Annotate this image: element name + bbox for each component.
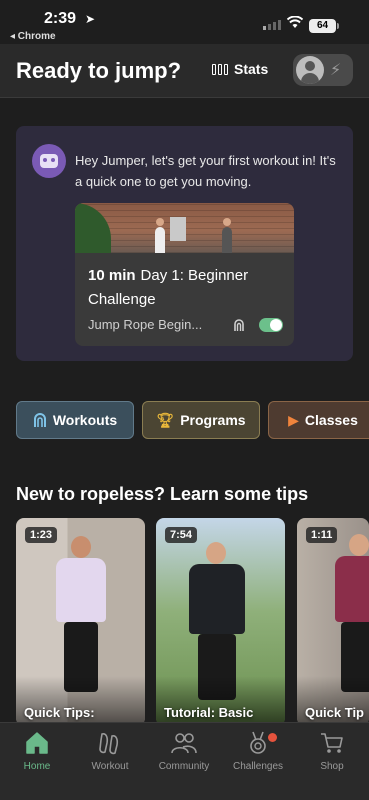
status-time: 2:39 xyxy=(44,10,77,27)
stats-label: Stats xyxy=(234,61,269,77)
profile-button[interactable]: ⚡︎ xyxy=(293,54,353,86)
back-to-app-link[interactable]: ◂ Chrome xyxy=(10,31,56,42)
workouts-button[interactable]: Workouts xyxy=(16,401,134,439)
workout-subtitle: Jump Rope Begin... xyxy=(88,317,203,332)
workout-title-line: 10 min Day 1: Beginner Challenge xyxy=(88,264,288,312)
nav-community[interactable]: Community xyxy=(147,731,221,772)
nav-shop-label: Shop xyxy=(320,761,344,772)
battery-indicator: 64 xyxy=(309,19,339,33)
workouts-label: Workouts xyxy=(52,412,118,428)
workout-thumbnail xyxy=(75,203,294,253)
nav-workout[interactable]: Workout xyxy=(73,731,147,772)
trophy-icon: 🏆︎ xyxy=(156,411,175,428)
first-workout-card[interactable]: 10 min Day 1: Beginner Challenge Jump Rop… xyxy=(75,203,294,346)
nav-challenges-label: Challenges xyxy=(232,761,284,772)
page-title: Ready to jump? xyxy=(16,58,182,83)
bar-chart-icon xyxy=(212,63,228,75)
classes-button[interactable]: ▶ Classes xyxy=(268,401,369,439)
cellular-signal-icon xyxy=(263,20,281,30)
jump-rope-icon xyxy=(234,318,244,331)
bottom-navigation: Home Workout Community Challenges Shop xyxy=(0,722,369,800)
video-duration: 1:23 xyxy=(25,527,58,543)
video-title: Quick Tip xyxy=(305,705,364,720)
workout-toggle[interactable] xyxy=(259,317,283,332)
rope-icon xyxy=(33,413,46,427)
status-bar: 2:39 ➤ ◂ Chrome 64 xyxy=(0,0,369,44)
tips-section-title: New to ropeless? Learn some tips xyxy=(16,484,309,504)
nav-workout-label: Workout xyxy=(91,761,129,772)
stats-button[interactable]: Stats xyxy=(212,61,268,77)
welcome-message: Hey Jumper, let's get your first workout… xyxy=(75,153,336,189)
video-duration: 7:54 xyxy=(165,527,198,543)
tip-video-card[interactable]: 1:23 Quick Tips: xyxy=(16,518,145,726)
medal-icon xyxy=(250,731,266,754)
programs-label: Programs xyxy=(180,412,246,428)
play-icon: ▶ xyxy=(288,411,299,428)
classes-label: Classes xyxy=(304,412,358,428)
welcome-card: Hey Jumper, let's get your first workout… xyxy=(16,126,353,361)
avatar xyxy=(296,56,324,84)
cart-icon xyxy=(321,733,343,753)
programs-button[interactable]: 🏆︎ Programs xyxy=(142,401,260,439)
video-title: Quick Tips: xyxy=(24,705,95,720)
robot-coach-icon xyxy=(32,144,66,178)
lightning-bolt-icon: ⚡︎ xyxy=(330,62,342,79)
location-arrow-icon: ➤ xyxy=(85,12,96,26)
video-duration: 1:11 xyxy=(306,527,338,543)
notification-dot xyxy=(268,733,277,742)
wifi-icon xyxy=(287,16,303,28)
people-icon xyxy=(171,733,197,754)
nav-shop[interactable]: Shop xyxy=(295,731,369,772)
workout-duration: 10 min xyxy=(88,267,136,284)
app-header: Ready to jump? Stats ⚡︎ xyxy=(0,44,369,98)
tip-video-card[interactable]: 7:54 Tutorial: Basic xyxy=(156,518,285,726)
nav-home[interactable]: Home xyxy=(0,731,74,772)
video-title: Tutorial: Basic xyxy=(164,705,254,720)
nav-challenges[interactable]: Challenges xyxy=(221,731,295,772)
home-icon xyxy=(26,732,48,754)
tip-video-card[interactable]: 1:11 Quick Tip xyxy=(297,518,369,726)
shoes-icon xyxy=(99,733,119,755)
nav-community-label: Community xyxy=(158,761,210,772)
nav-home-label: Home xyxy=(23,761,51,772)
